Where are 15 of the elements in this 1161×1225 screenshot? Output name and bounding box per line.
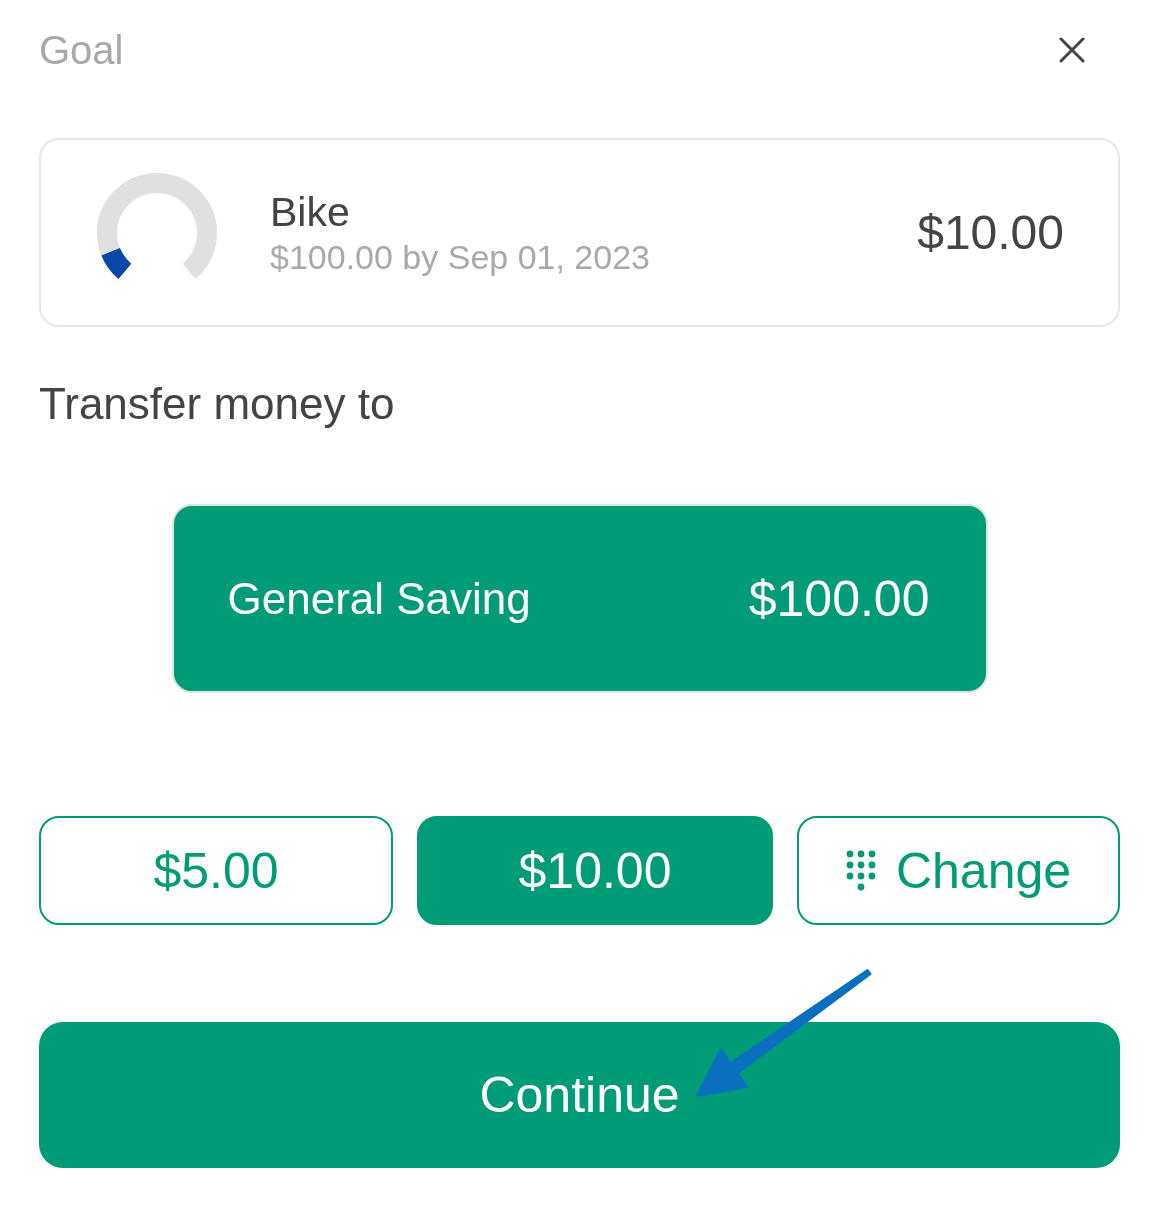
goal-name: Bike (270, 187, 351, 236)
goal-detail: $100.00 by Sep 01, 2023 (270, 236, 651, 278)
section-label: Transfer money to (39, 379, 396, 429)
keypad-icon (845, 850, 876, 891)
window-title: Goal (39, 27, 124, 74)
amount-button[interactable]: $5.00 (39, 816, 393, 925)
account-name: General Saving (227, 573, 531, 624)
close-button[interactable] (1059, 37, 1085, 63)
close-icon (1059, 37, 1085, 63)
continue-button[interactable]: Continue (39, 1022, 1120, 1168)
amount-button[interactable]: $10.00 (417, 816, 773, 925)
change-amount-button[interactable]: Change (797, 816, 1120, 925)
account-card[interactable]: General Saving $100.00 (171, 504, 988, 693)
goal-saved-amount: $10.00 (917, 205, 1064, 260)
account-balance: $100.00 (748, 569, 930, 628)
